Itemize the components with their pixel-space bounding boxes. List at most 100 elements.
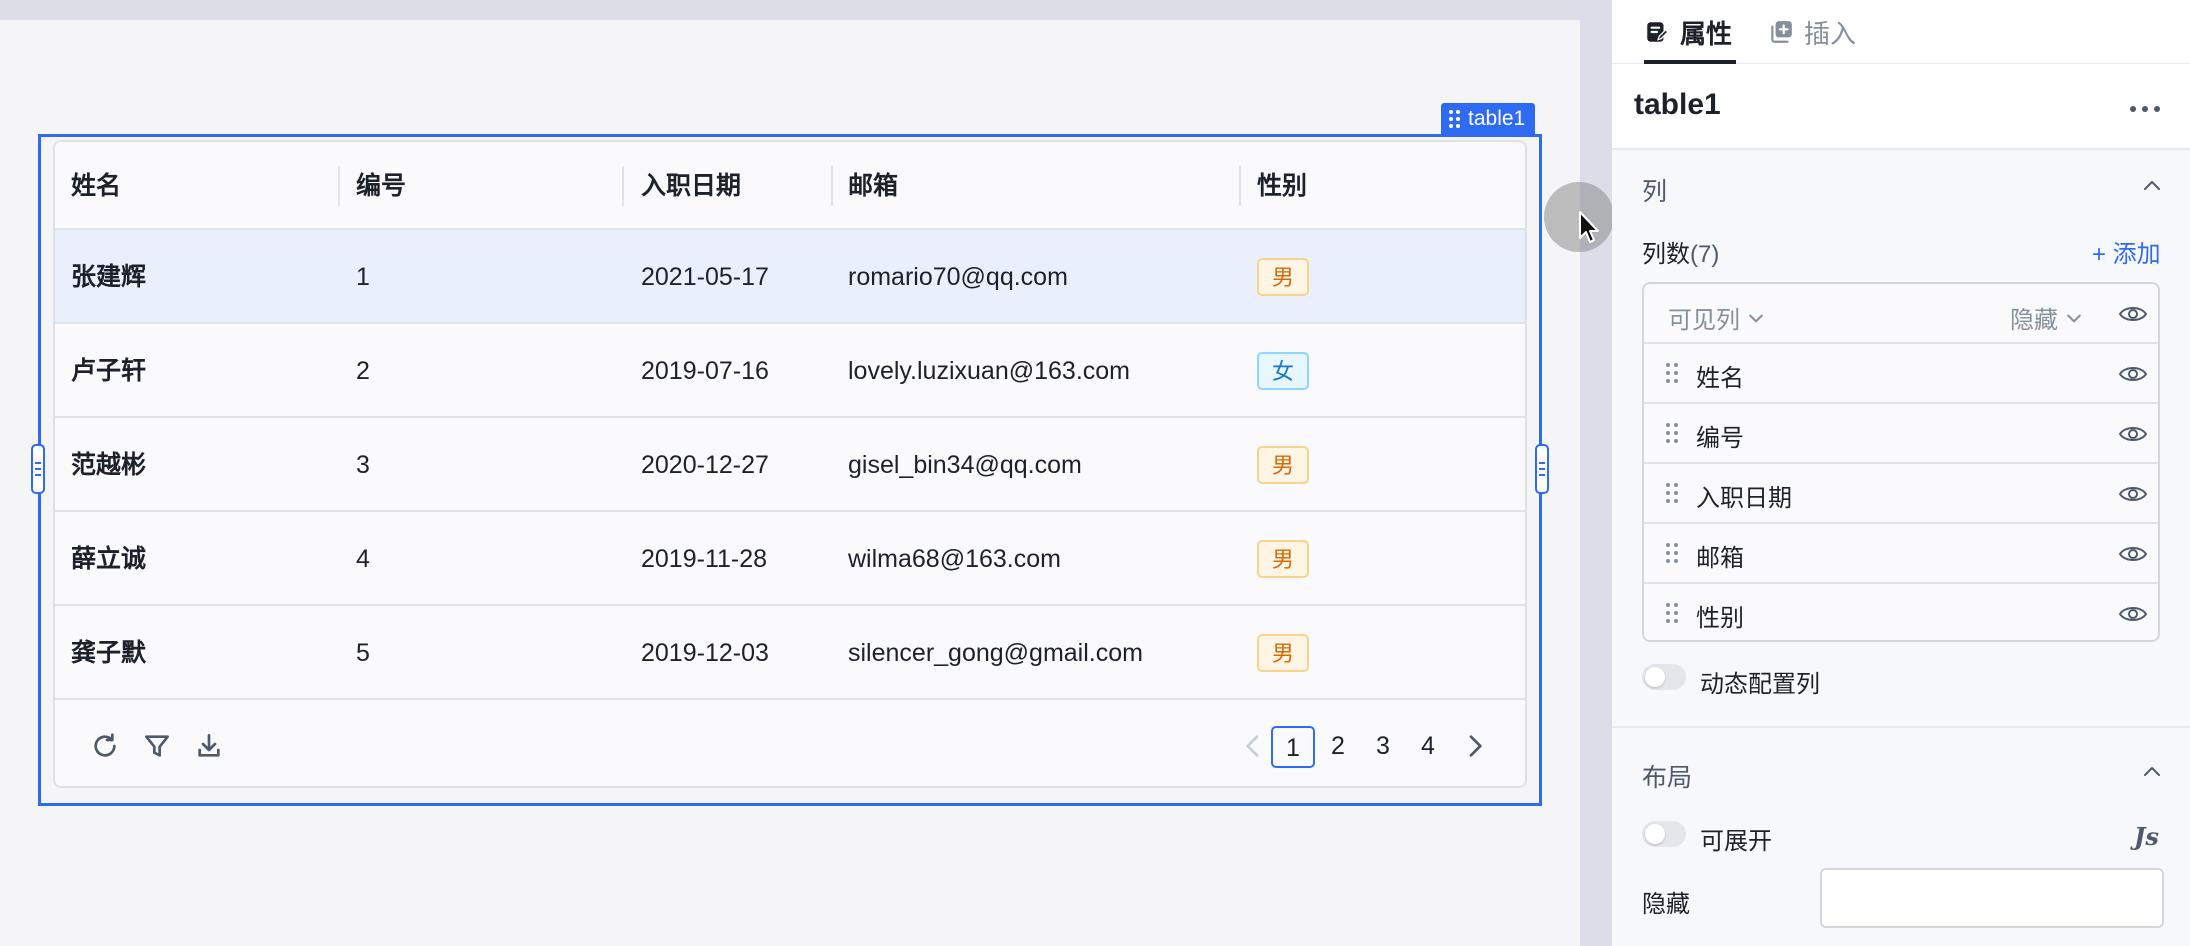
- more-options-icon[interactable]: [2130, 106, 2160, 112]
- columns-section-title[interactable]: 列: [1642, 172, 1667, 208]
- column-item-label: 姓名: [1696, 365, 1744, 392]
- tab-properties[interactable]: 属性: [1644, 0, 1732, 64]
- chevron-up-icon[interactable]: [2140, 760, 2164, 784]
- cell-email: gisel_bin34@qq.com: [848, 451, 1082, 479]
- drag-handle-icon[interactable]: [1666, 483, 1678, 503]
- drag-handle-icon[interactable]: [1666, 423, 1678, 443]
- mouse-pointer-icon: [1579, 211, 1599, 243]
- column-item[interactable]: 入职日期: [1644, 464, 2158, 524]
- tab-insert[interactable]: 插入: [1768, 0, 1856, 64]
- add-column-button[interactable]: + 添加: [2092, 234, 2161, 269]
- column-item-label: 入职日期: [1696, 485, 1792, 512]
- chevron-right-icon[interactable]: [1459, 730, 1491, 762]
- eye-icon[interactable]: [2118, 303, 2148, 325]
- column-item[interactable]: 姓名: [1644, 344, 2158, 404]
- column-count-label: 列数: [1642, 241, 1690, 268]
- add-copy-icon: [1771, 21, 1792, 43]
- table-row[interactable]: 张建辉 1 2021-05-17 romario70@qq.com 男: [55, 230, 1525, 324]
- visible-columns-dropdown[interactable]: 可见列: [1668, 300, 1766, 335]
- column-header-date[interactable]: 入职日期: [641, 142, 741, 230]
- cell-id: 1: [356, 263, 370, 291]
- hide-columns-dropdown[interactable]: 隐藏: [2010, 300, 2084, 335]
- column-item[interactable]: 编号: [1644, 404, 2158, 464]
- eye-icon[interactable]: [2118, 423, 2148, 445]
- tab-properties-label: 属性: [1680, 18, 1733, 49]
- cell-email: romario70@qq.com: [848, 263, 1068, 291]
- js-code-icon[interactable]: Js: [2134, 822, 2159, 851]
- download-icon[interactable]: [193, 730, 225, 762]
- column-divider[interactable]: [1239, 166, 1241, 206]
- cell-date: 2019-12-03: [641, 639, 769, 667]
- page-4-button[interactable]: 4: [1406, 726, 1450, 768]
- gender-tag: 男: [1257, 446, 1309, 484]
- table-row[interactable]: 卢子轩 2 2019-07-16 lovely.luzixuan@163.com…: [55, 324, 1525, 418]
- component-name: table1: [1634, 88, 1721, 121]
- cell-date: 2021-05-17: [641, 263, 769, 291]
- cell-email: lovely.luzixuan@163.com: [848, 357, 1130, 385]
- column-header-id[interactable]: 编号: [356, 142, 406, 230]
- cell-id: 2: [356, 357, 370, 385]
- resize-handle-right[interactable]: [1535, 444, 1549, 494]
- drag-handle-icon[interactable]: [1666, 363, 1678, 383]
- eye-icon[interactable]: [2118, 363, 2148, 385]
- drag-handle-icon[interactable]: [1666, 603, 1678, 623]
- column-item[interactable]: 性别: [1644, 584, 2158, 640]
- cell-name: 龚子默: [71, 639, 147, 667]
- expandable-label: 可展开: [1700, 828, 1772, 855]
- column-header-email[interactable]: 邮箱: [848, 142, 898, 230]
- column-divider[interactable]: [831, 166, 833, 206]
- gender-tag: 男: [1257, 258, 1309, 296]
- column-list: 可见列 隐藏 姓名 编号 入职日期 邮箱 性别: [1642, 282, 2160, 642]
- filter-icon[interactable]: [141, 730, 173, 762]
- column-item-label: 编号: [1696, 425, 1744, 452]
- column-list-header: 可见列 隐藏: [1644, 284, 2158, 344]
- page-2-button[interactable]: 2: [1316, 726, 1360, 768]
- chevron-left-icon[interactable]: [1237, 730, 1269, 762]
- visible-columns-label: 可见列: [1668, 307, 1740, 334]
- drag-handle-icon[interactable]: [1449, 109, 1460, 128]
- refresh-icon[interactable]: [89, 730, 121, 762]
- expandable-toggle[interactable]: [1642, 821, 1686, 847]
- cell-name: 卢子轩: [71, 357, 147, 385]
- cell-date: 2020-12-27: [641, 451, 769, 479]
- canvas-gutter: [1580, 0, 1612, 946]
- column-divider[interactable]: [622, 166, 624, 206]
- component-label[interactable]: table1: [1441, 103, 1536, 134]
- layout-section-title[interactable]: 布局: [1642, 758, 1692, 794]
- component-header: table1: [1612, 64, 2190, 150]
- chevron-down-icon: [1749, 314, 1763, 322]
- panel-tabs: 属性 插入: [1612, 0, 2190, 64]
- table-header: 姓名 编号 入职日期 邮箱 性别: [55, 142, 1525, 230]
- cell-id: 3: [356, 451, 370, 479]
- column-count-value: (7): [1690, 241, 1720, 268]
- tab-insert-label: 插入: [1804, 18, 1857, 49]
- column-header-gender[interactable]: 性别: [1257, 142, 1307, 230]
- gender-tag: 男: [1257, 634, 1309, 672]
- cell-email: wilma68@163.com: [848, 545, 1061, 573]
- chevron-up-icon[interactable]: [2140, 174, 2164, 198]
- cell-email: silencer_gong@gmail.com: [848, 639, 1143, 667]
- properties-panel: 属性 插入 table1 列 列数(7) + 添加 可见列 隐藏 姓名 编号 入…: [1612, 0, 2190, 946]
- cell-id: 4: [356, 545, 370, 573]
- dynamic-columns-toggle[interactable]: [1642, 664, 1686, 690]
- hide-columns-label: 隐藏: [2010, 307, 2058, 334]
- column-item[interactable]: 邮箱: [1644, 524, 2158, 584]
- eye-icon[interactable]: [2118, 543, 2148, 565]
- table-row[interactable]: 薛立诚 4 2019-11-28 wilma68@163.com 男: [55, 512, 1525, 606]
- eye-icon[interactable]: [2118, 603, 2148, 625]
- page-1-button[interactable]: 1: [1271, 726, 1315, 768]
- cell-date: 2019-07-16: [641, 357, 769, 385]
- canvas-top-strip: [0, 0, 1582, 20]
- column-header-name[interactable]: 姓名: [71, 142, 121, 230]
- hidden-input[interactable]: [1820, 868, 2164, 928]
- resize-handle-left[interactable]: [31, 444, 45, 494]
- gender-tag: 女: [1257, 352, 1309, 390]
- column-divider[interactable]: [338, 166, 340, 206]
- table-card: 姓名 编号 入职日期 邮箱 性别 张建辉 1 2021-05-17 romari…: [53, 140, 1527, 788]
- eye-icon[interactable]: [2118, 483, 2148, 505]
- cell-date: 2019-11-28: [641, 545, 768, 573]
- page-3-button[interactable]: 3: [1361, 726, 1405, 768]
- table-row[interactable]: 范越彬 3 2020-12-27 gisel_bin34@qq.com 男: [55, 418, 1525, 512]
- table-row[interactable]: 龚子默 5 2019-12-03 silencer_gong@gmail.com…: [55, 606, 1525, 700]
- drag-handle-icon[interactable]: [1666, 543, 1678, 563]
